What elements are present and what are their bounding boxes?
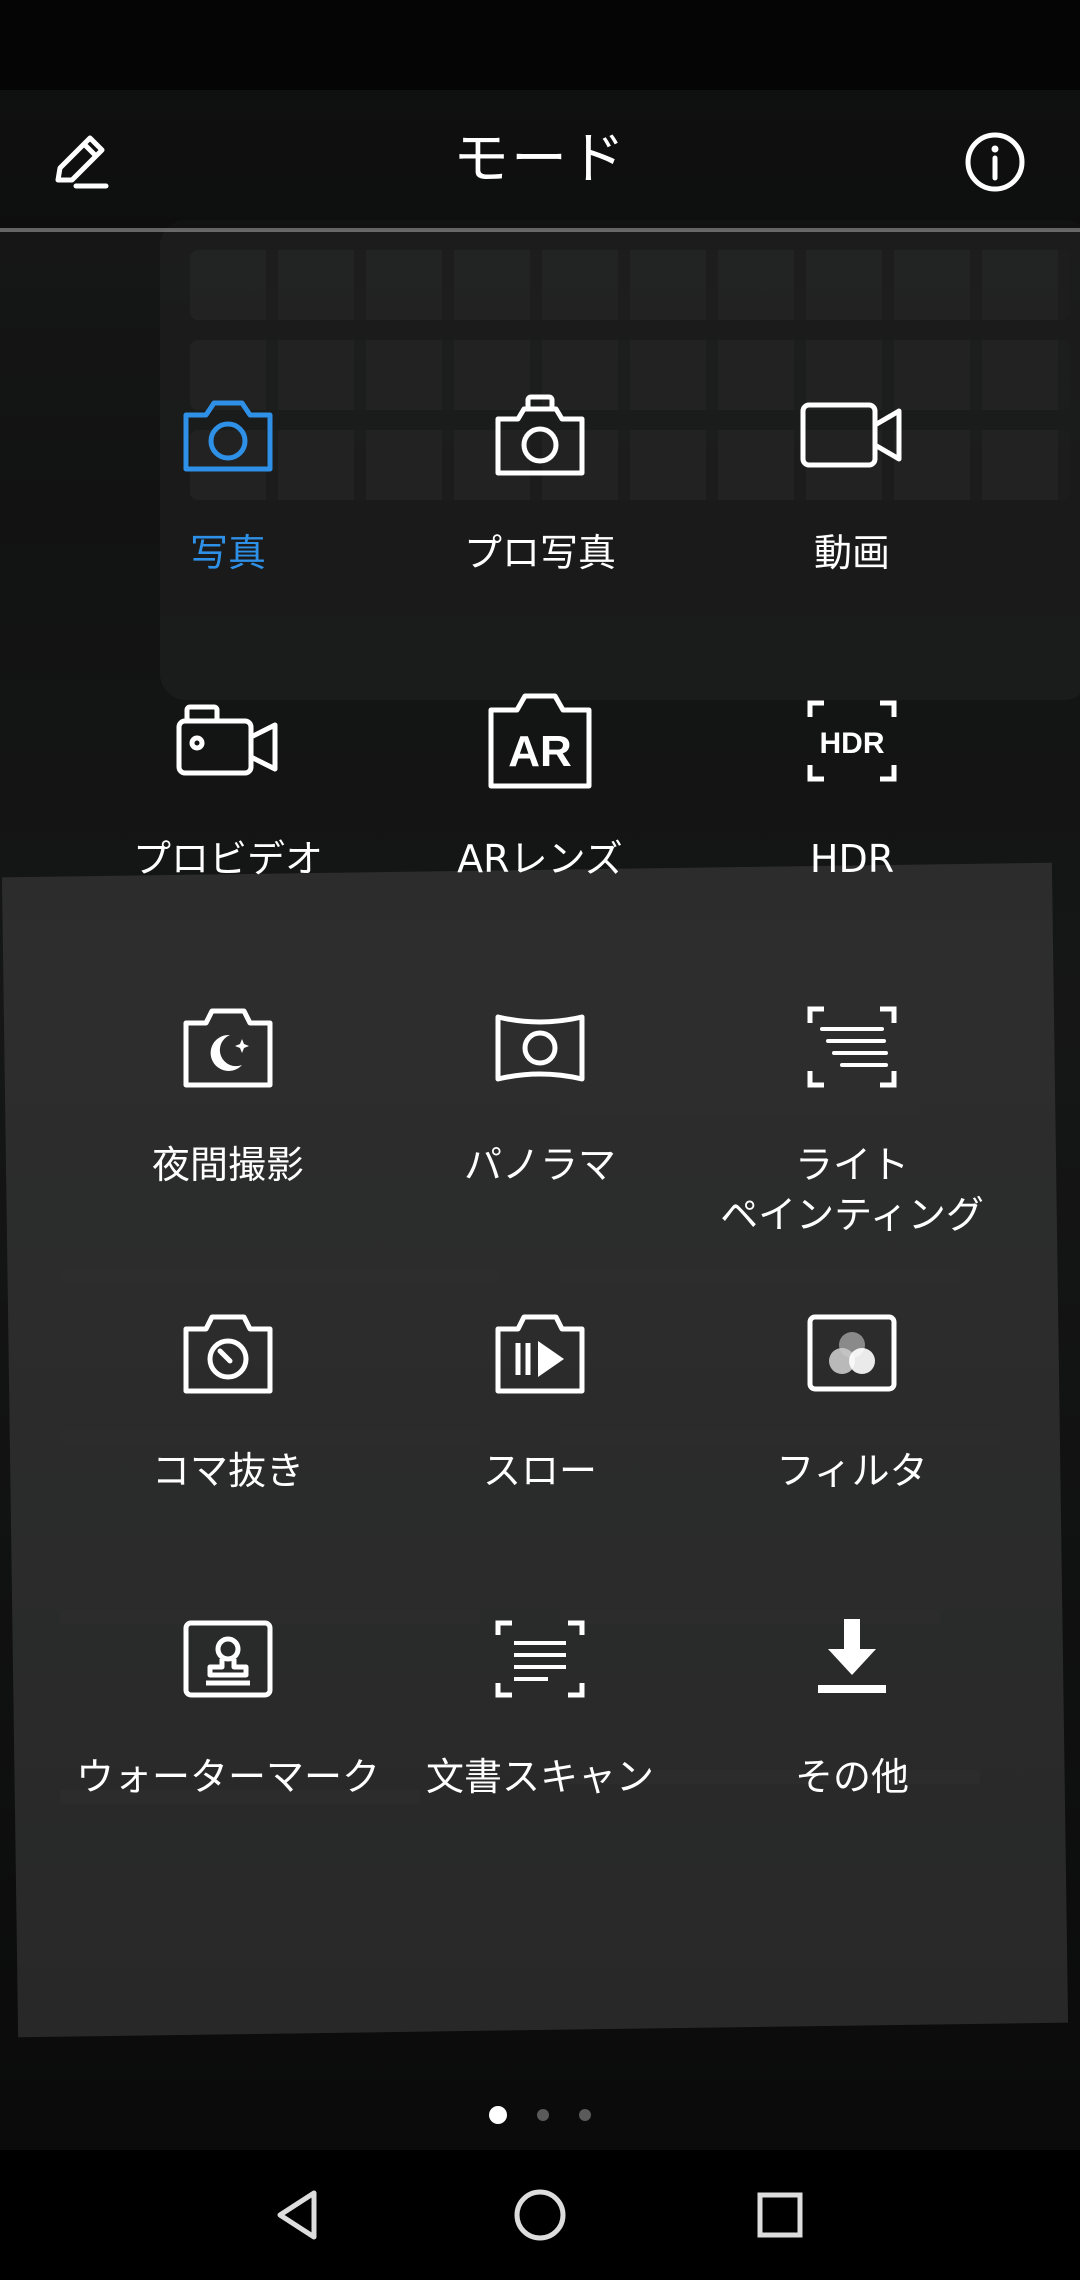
page-dot[interactable]: [537, 2109, 549, 2121]
mode-slow-motion[interactable]: スロー: [370, 1298, 710, 1496]
edit-button[interactable]: [40, 122, 120, 202]
mode-label: 動画: [813, 531, 890, 575]
mode-pro-photo[interactable]: プロ写真: [370, 380, 710, 578]
slow-motion-icon: [495, 1314, 585, 1394]
mode-panorama[interactable]: パノラマ: [370, 992, 710, 1190]
back-button[interactable]: [255, 2170, 345, 2260]
mode-time-lapse[interactable]: コマ抜き: [58, 1298, 398, 1496]
pro-camera-icon: [495, 394, 585, 476]
mode-label: プロビデオ: [132, 837, 323, 881]
video-camera-icon: [800, 402, 902, 468]
mode-label: 写真: [189, 531, 266, 575]
mode-label: 文書スキャン: [425, 1755, 654, 1799]
watermark-icon: [183, 1620, 273, 1698]
top-divider: [0, 228, 1080, 232]
mode-label: ライト ペインティング: [720, 1143, 984, 1237]
mode-label: スロー: [482, 1449, 597, 1493]
mode-label: 夜間撮影: [151, 1143, 304, 1187]
svg-text:AR: AR: [508, 727, 572, 776]
mode-night[interactable]: 夜間撮影: [58, 992, 398, 1190]
recents-square-icon: [757, 2192, 803, 2238]
download-icon: [818, 1619, 886, 1693]
info-button[interactable]: [955, 122, 1035, 202]
mode-light-painting[interactable]: ライト ペインティング: [682, 992, 1022, 1240]
home-circle-icon: [514, 2189, 566, 2241]
mode-label: その他: [794, 1755, 909, 1799]
mode-video[interactable]: 動画: [682, 380, 1022, 578]
home-button[interactable]: [495, 2170, 585, 2260]
mode-more[interactable]: その他: [682, 1604, 1022, 1802]
panorama-icon: [495, 1014, 585, 1082]
recents-button[interactable]: [735, 2170, 825, 2260]
hdr-icon: HDR: [807, 700, 897, 782]
time-lapse-icon: [183, 1314, 273, 1394]
camera-icon: [183, 400, 273, 472]
page-dot[interactable]: [579, 2109, 591, 2121]
mode-label: ARレンズ: [457, 837, 623, 881]
mode-filter[interactable]: フィルタ: [682, 1298, 1022, 1496]
light-painting-icon: [807, 1006, 897, 1088]
page-title: モード: [453, 127, 627, 192]
ar-lens-icon: AR: [488, 693, 592, 789]
mode-label: コマ抜き: [151, 1449, 304, 1493]
mode-pro-video[interactable]: プロビデオ: [58, 686, 398, 884]
page-dot-active[interactable]: [489, 2106, 507, 2124]
mode-ar-lens[interactable]: AR ARレンズ: [370, 686, 710, 884]
mode-label: フィルタ: [776, 1449, 928, 1493]
mode-photo[interactable]: 写真: [58, 380, 398, 578]
mode-hdr[interactable]: HDR HDR: [682, 686, 1022, 884]
mode-label: パノラマ: [463, 1143, 616, 1187]
svg-text:HDR: HDR: [820, 727, 885, 760]
mode-label: プロ写真: [463, 531, 616, 575]
mode-label: ウォーターマーク: [75, 1755, 380, 1799]
document-scan-icon: [495, 1620, 585, 1698]
mode-label: HDR: [809, 837, 895, 881]
mode-watermark[interactable]: ウォーターマーク: [58, 1604, 398, 1802]
back-triangle-icon: [277, 2190, 317, 2240]
mode-document-scan[interactable]: 文書スキャン: [370, 1604, 710, 1802]
pencil-icon: [55, 135, 109, 189]
filter-icon: [807, 1314, 897, 1392]
page-indicator: [0, 2100, 1080, 2130]
night-mode-icon: [183, 1008, 273, 1088]
pro-video-icon: [176, 704, 278, 776]
info-icon: [965, 132, 1025, 192]
status-bar: [0, 0, 1080, 90]
